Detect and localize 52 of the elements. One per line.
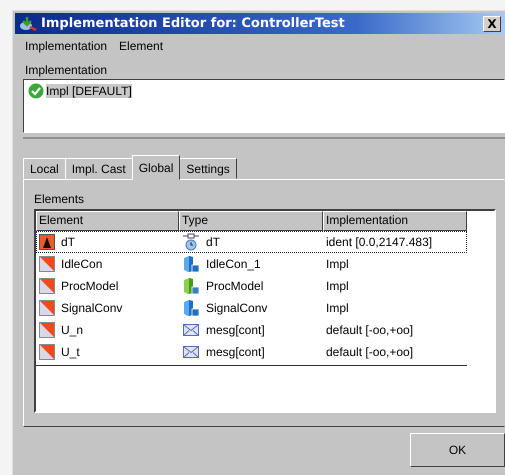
block-icon	[182, 255, 200, 273]
check-icon	[28, 83, 44, 99]
app-icon	[19, 16, 37, 32]
table-row[interactable]: dT dT ident [0.0,2147.483]	[36, 231, 467, 253]
table-cell: dT	[206, 235, 220, 249]
table-cell: default [-oo,+oo]	[326, 345, 414, 359]
menu-item[interactable]: Implementation	[25, 39, 108, 57]
envelope-icon	[182, 323, 200, 337]
table-row[interactable]: ProcModel ProcModel Impl	[36, 275, 467, 297]
table-cell: Impl	[326, 279, 349, 293]
table-cell: Impl	[326, 301, 349, 315]
table-cell: ProcModel	[206, 279, 264, 293]
table-cell: dT	[61, 235, 76, 249]
signal-icon	[39, 322, 55, 338]
column-header[interactable]: Implementation	[323, 211, 467, 231]
table-row[interactable]: SignalConv SignalConv Impl	[36, 297, 467, 319]
table-cell: ProcModel	[61, 279, 118, 293]
column-header[interactable]: Type	[179, 211, 323, 231]
table-cell: SignalConv	[206, 301, 268, 315]
tab[interactable]: Local	[23, 158, 66, 179]
tab[interactable]: Global	[132, 155, 180, 180]
table-row[interactable]: U_n mesg[cont] default [-oo,+oo]	[36, 319, 467, 341]
table-cell: mesg[cont]	[206, 323, 265, 337]
envelope-icon	[182, 345, 200, 359]
section-label: Elements	[34, 191, 86, 208]
table-cell: Impl	[326, 257, 349, 271]
signal-icon	[39, 278, 55, 294]
parameter-icon	[39, 234, 55, 250]
table-cell: U_n	[61, 323, 84, 337]
tab[interactable]: Settings	[179, 158, 237, 179]
window-title: Implementation Editor for: ControllerTest	[41, 16, 346, 31]
column-header[interactable]: Element	[36, 211, 179, 231]
table-cell: default [-oo,+oo]	[326, 323, 414, 337]
menu-item[interactable]: Element	[119, 39, 164, 57]
signal-icon	[39, 256, 55, 272]
signal-icon	[39, 300, 55, 316]
ok-button[interactable]: OK	[410, 433, 505, 467]
clock-icon	[182, 233, 200, 251]
table-row[interactable]: IdleCon IdleCon_1 Impl	[36, 253, 467, 275]
table-cell: mesg[cont]	[206, 345, 265, 359]
block-icon	[182, 299, 200, 317]
close-button[interactable]: X	[483, 16, 501, 32]
table-cell: ident [0.0,2147.483]	[326, 235, 432, 249]
table-row[interactable]: U_t mesg[cont] default [-oo,+oo]	[36, 341, 467, 363]
section-label: Implementation	[24, 62, 108, 79]
tab[interactable]: Impl. Cast	[64, 158, 133, 179]
table-cell: IdleCon	[61, 257, 102, 271]
block-icon	[182, 277, 200, 295]
table-cell: U_t	[61, 345, 80, 359]
signal-icon	[39, 344, 55, 360]
table-cell: SignalConv	[61, 301, 122, 315]
table-cell: IdleCon_1	[206, 257, 261, 271]
